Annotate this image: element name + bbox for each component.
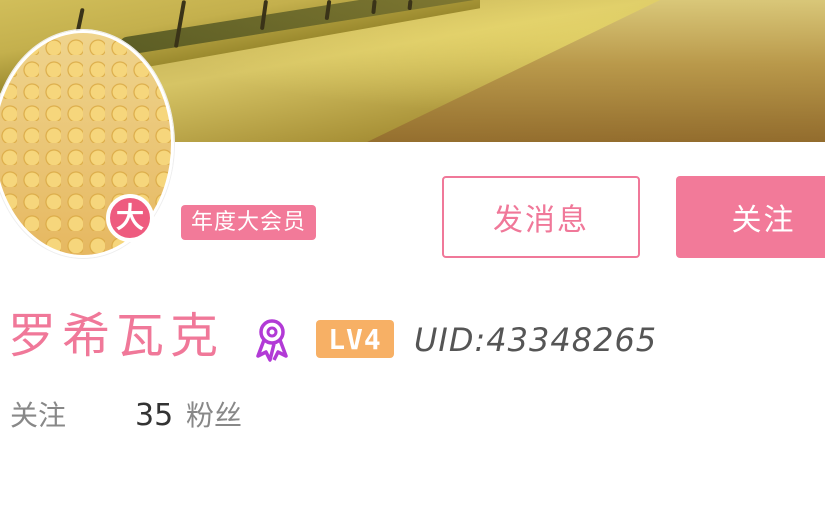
level-badge: LV4 bbox=[316, 320, 394, 358]
user-id: UID:43348265 bbox=[414, 321, 658, 359]
followers-count[interactable]: 35 bbox=[135, 392, 173, 440]
vip-badge: 大 bbox=[106, 194, 154, 242]
username: 罗希瓦克 bbox=[8, 308, 225, 364]
medal-icon[interactable] bbox=[250, 316, 294, 364]
following-label[interactable]: 关注 bbox=[10, 392, 66, 440]
followers-label[interactable]: 粉丝 bbox=[186, 392, 242, 440]
annual-member-tag: 年度大会员 bbox=[181, 205, 317, 240]
follow-button[interactable]: 关注 bbox=[676, 176, 825, 258]
send-message-button[interactable]: 发消息 bbox=[442, 176, 640, 258]
